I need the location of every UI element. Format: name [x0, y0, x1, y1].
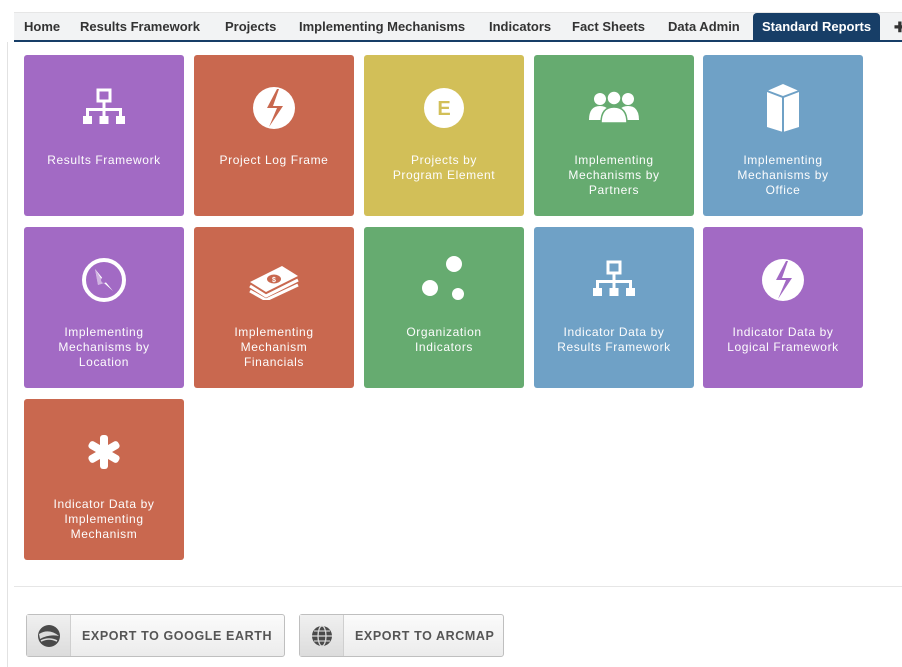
- program-element-icon: E: [364, 83, 524, 133]
- svg-text:E: E: [437, 98, 450, 120]
- tile-label: Indicator Data by Implementing Mechanism: [53, 497, 155, 541]
- tile-projects-by-program-element[interactable]: E Projects by Program Element: [364, 55, 524, 216]
- tile-mechanisms-by-location[interactable]: Implementing Mechanisms by Location: [24, 227, 184, 388]
- tile-mechanism-financials[interactable]: $ Implementing Mechanism Financials: [194, 227, 354, 388]
- export-google-earth-label: EXPORT TO GOOGLE EARTH: [82, 628, 273, 643]
- compass-icon: [24, 255, 184, 305]
- tile-results-framework[interactable]: Results Framework: [24, 55, 184, 216]
- section-divider: [14, 586, 902, 587]
- nav-data-admin[interactable]: Data Admin: [668, 13, 740, 41]
- tile-indicator-data-logical-framework[interactable]: Indicator Data by Logical Framework: [703, 227, 863, 388]
- globe-icon: [300, 615, 344, 656]
- main-nav: Home Results Framework Projects Implemen…: [14, 12, 902, 42]
- tile-mechanisms-by-office[interactable]: Implementing Mechanisms by Office: [703, 55, 863, 216]
- export-arcmap-button[interactable]: EXPORT TO ARCMAP: [299, 614, 504, 657]
- organization-dots-icon: [364, 255, 524, 305]
- tile-label: Implementing Mechanisms by Partners: [568, 153, 660, 197]
- logframe-icon: [194, 83, 354, 133]
- tile-organization-indicators[interactable]: Organization Indicators: [364, 227, 524, 388]
- logframe-icon: [703, 255, 863, 305]
- nav-implementing-mechanisms[interactable]: Implementing Mechanisms: [299, 13, 465, 41]
- tile-indicator-data-implementing-mechanism[interactable]: Indicator Data by Implementing Mechanism: [24, 399, 184, 560]
- asterisk-icon: [24, 427, 184, 477]
- nav-more-icon[interactable]: ✚: [894, 13, 902, 41]
- hierarchy-icon: [24, 83, 184, 133]
- tile-mechanisms-by-partners[interactable]: Implementing Mechanisms by Partners: [534, 55, 694, 216]
- tile-label: Implementing Mechanisms by Location: [58, 325, 150, 369]
- tile-label: Implementing Mechanisms by Office: [737, 153, 829, 197]
- left-border: [7, 42, 8, 667]
- office-building-icon: [703, 83, 863, 133]
- tile-label: Organization Indicators: [406, 325, 482, 354]
- tile-label: Results Framework: [47, 153, 161, 167]
- tile-indicator-data-results-framework[interactable]: Indicator Data by Results Framework: [534, 227, 694, 388]
- nav-home[interactable]: Home: [24, 13, 60, 41]
- tile-label: Indicator Data by Results Framework: [557, 325, 671, 354]
- export-arcmap-label: EXPORT TO ARCMAP: [355, 628, 495, 643]
- nav-fact-sheets[interactable]: Fact Sheets: [572, 13, 645, 41]
- tile-label: Projects by Program Element: [392, 153, 496, 182]
- nav-projects[interactable]: Projects: [225, 13, 276, 41]
- tile-label: Indicator Data by Logical Framework: [727, 325, 839, 354]
- export-google-earth-button[interactable]: EXPORT TO GOOGLE EARTH: [26, 614, 285, 657]
- nav-results-framework[interactable]: Results Framework: [80, 13, 200, 41]
- svg-text:$: $: [272, 277, 276, 284]
- nav-standard-reports[interactable]: Standard Reports: [753, 13, 881, 42]
- google-earth-icon: [27, 615, 71, 656]
- tile-label: Implementing Mechanism Financials: [234, 325, 314, 369]
- hierarchy-icon: [534, 255, 694, 305]
- nav-indicators[interactable]: Indicators: [489, 13, 551, 41]
- partners-icon: [534, 83, 694, 133]
- tile-label: Project Log Frame: [219, 153, 329, 167]
- money-icon: $: [194, 255, 354, 305]
- tile-project-log-frame[interactable]: Project Log Frame: [194, 55, 354, 216]
